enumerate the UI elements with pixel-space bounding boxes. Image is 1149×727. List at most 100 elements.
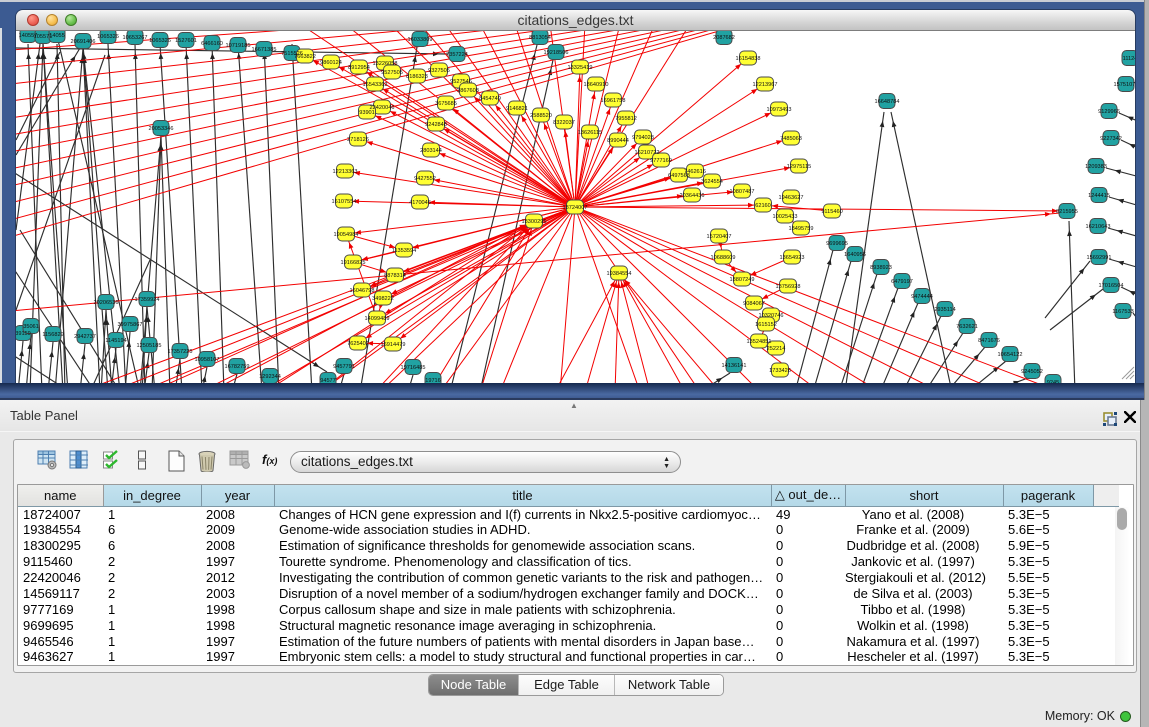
svg-text:15692991: 15692991 — [1087, 255, 1112, 261]
svg-text:9457791: 9457791 — [333, 364, 355, 370]
svg-text:15751074: 15751074 — [1114, 82, 1135, 88]
svg-text:16961758: 16961758 — [601, 98, 626, 104]
svg-text:1244415: 1244415 — [1088, 193, 1110, 199]
svg-text:9860124: 9860124 — [320, 60, 342, 66]
svg-text:20053346: 20053346 — [149, 126, 174, 132]
svg-text:6479197: 6479197 — [891, 279, 913, 285]
svg-text:4170046: 4170046 — [409, 200, 431, 206]
svg-text:19166825: 19166825 — [341, 260, 366, 266]
svg-text:13756928: 13756928 — [776, 284, 801, 290]
svg-text:9527546: 9527546 — [450, 79, 472, 85]
svg-text:13226058: 13226058 — [373, 61, 398, 67]
svg-text:16543362: 16543362 — [363, 82, 388, 88]
svg-text:8878314: 8878314 — [384, 273, 406, 279]
svg-text:2087682: 2087682 — [713, 35, 735, 41]
svg-text:19716485: 19716485 — [401, 365, 426, 371]
svg-text:16914479: 16914479 — [381, 342, 406, 348]
svg-text:9474444: 9474444 — [911, 294, 933, 300]
svg-text:7462616: 7462616 — [684, 169, 706, 175]
svg-text:3624554: 3624554 — [701, 179, 723, 185]
svg-text:10320746: 10320746 — [759, 313, 784, 319]
svg-text:7485063: 7485063 — [780, 136, 802, 142]
svg-text:16210722: 16210722 — [635, 150, 660, 156]
svg-text:16671385: 16671385 — [252, 47, 277, 53]
svg-text:8912954: 8912954 — [348, 65, 370, 71]
svg-text:2942737: 2942737 — [74, 334, 96, 340]
svg-text:1527601: 1527601 — [175, 38, 197, 44]
svg-text:20206536: 20206536 — [94, 300, 119, 306]
svg-text:1615152: 1615152 — [755, 322, 777, 328]
svg-text:6466160: 6466160 — [201, 41, 223, 47]
svg-text:16648784: 16648784 — [875, 99, 900, 105]
svg-text:8813054: 8813054 — [529, 35, 551, 41]
svg-text:18640910: 18640910 — [584, 82, 609, 88]
svg-text:2935114: 2935114 — [934, 307, 955, 313]
svg-text:3498222: 3498222 — [372, 296, 394, 302]
svg-text:1156829: 1156829 — [42, 332, 63, 338]
svg-text:14055: 14055 — [49, 33, 65, 39]
svg-text:20364436: 20364436 — [680, 193, 705, 199]
svg-text:19218506: 19218506 — [544, 50, 569, 56]
svg-text:14099489: 14099489 — [365, 316, 390, 322]
svg-text:12975115: 12975115 — [787, 164, 811, 170]
svg-text:7663822: 7663822 — [294, 54, 316, 60]
svg-text:39975867: 39975867 — [118, 322, 143, 328]
svg-text:10719185: 10719185 — [226, 43, 251, 49]
svg-text:19463627: 19463627 — [779, 195, 804, 201]
svg-text:17016504: 17016504 — [1099, 283, 1124, 289]
svg-text:7955812: 7955812 — [615, 116, 637, 122]
svg-text:10958107: 10958107 — [195, 357, 220, 363]
svg-text:11353594: 11353594 — [392, 248, 416, 254]
svg-text:1065326: 1065326 — [149, 38, 171, 44]
svg-text:8186323: 8186323 — [406, 74, 428, 80]
svg-text:8322037: 8322037 — [553, 120, 575, 126]
svg-text:35061: 35061 — [23, 324, 39, 330]
svg-text:12213967: 12213967 — [753, 82, 778, 88]
svg-text:9794028: 9794028 — [632, 135, 654, 141]
svg-text:9527505: 9527505 — [381, 70, 403, 76]
svg-text:13626115: 13626115 — [578, 130, 602, 136]
svg-text:9777169: 9777169 — [650, 158, 672, 164]
svg-text:7632621: 7632621 — [956, 324, 978, 330]
svg-text:3675685: 3675685 — [435, 101, 457, 107]
svg-text:1733426: 1733426 — [769, 368, 791, 374]
svg-text:17357225: 17357225 — [168, 349, 193, 355]
svg-text:2803144: 2803144 — [420, 148, 442, 154]
svg-text:17359924: 17359924 — [135, 297, 160, 303]
svg-text:9242848: 9242848 — [425, 122, 447, 128]
svg-text:7357224: 7357224 — [446, 52, 468, 58]
svg-text:8215955: 8215955 — [1056, 209, 1078, 215]
svg-text:16046798: 16046798 — [350, 288, 375, 294]
svg-text:19384554: 19384554 — [607, 271, 632, 277]
svg-text:8454749: 8454749 — [479, 96, 501, 102]
svg-text:20691406: 20691406 — [71, 39, 96, 45]
svg-text:93901: 93901 — [359, 110, 375, 116]
svg-text:1292344: 1292344 — [259, 374, 281, 380]
svg-text:18495759: 18495759 — [789, 226, 814, 232]
svg-text:18807249: 18807249 — [730, 277, 755, 283]
svg-text:1145194: 1145194 — [105, 338, 126, 344]
svg-text:10688609: 10688609 — [711, 255, 736, 261]
svg-text:16154838: 16154838 — [736, 56, 761, 62]
svg-text:2867608: 2867608 — [457, 88, 479, 94]
svg-text:8990444: 8990444 — [607, 138, 629, 144]
svg-text:10973493: 10973493 — [767, 107, 792, 113]
svg-text:7625402: 7625402 — [347, 341, 369, 347]
svg-text:1640956: 1640956 — [844, 252, 866, 258]
svg-text:18300295: 18300295 — [522, 219, 547, 225]
svg-text:9115460: 9115460 — [821, 209, 842, 215]
svg-text:252214: 252214 — [767, 346, 786, 352]
svg-text:9129966: 9129966 — [1098, 109, 1120, 115]
svg-text:16033809: 16033809 — [408, 37, 433, 43]
svg-text:14136141: 14136141 — [722, 363, 747, 369]
svg-text:39159: 39159 — [16, 331, 31, 337]
svg-text:10025433: 10025433 — [773, 214, 798, 220]
svg-text:19054984: 19054984 — [334, 232, 359, 238]
svg-text:11124: 11124 — [1123, 56, 1135, 62]
svg-text:13654923: 13654923 — [780, 255, 805, 261]
svg-text:2588520: 2588520 — [530, 113, 552, 119]
svg-text:1065326: 1065326 — [97, 34, 119, 40]
svg-text:1167533: 1167533 — [1112, 309, 1133, 315]
svg-text:10807487: 10807487 — [730, 189, 755, 195]
svg-text:16782759: 16782759 — [225, 364, 250, 370]
